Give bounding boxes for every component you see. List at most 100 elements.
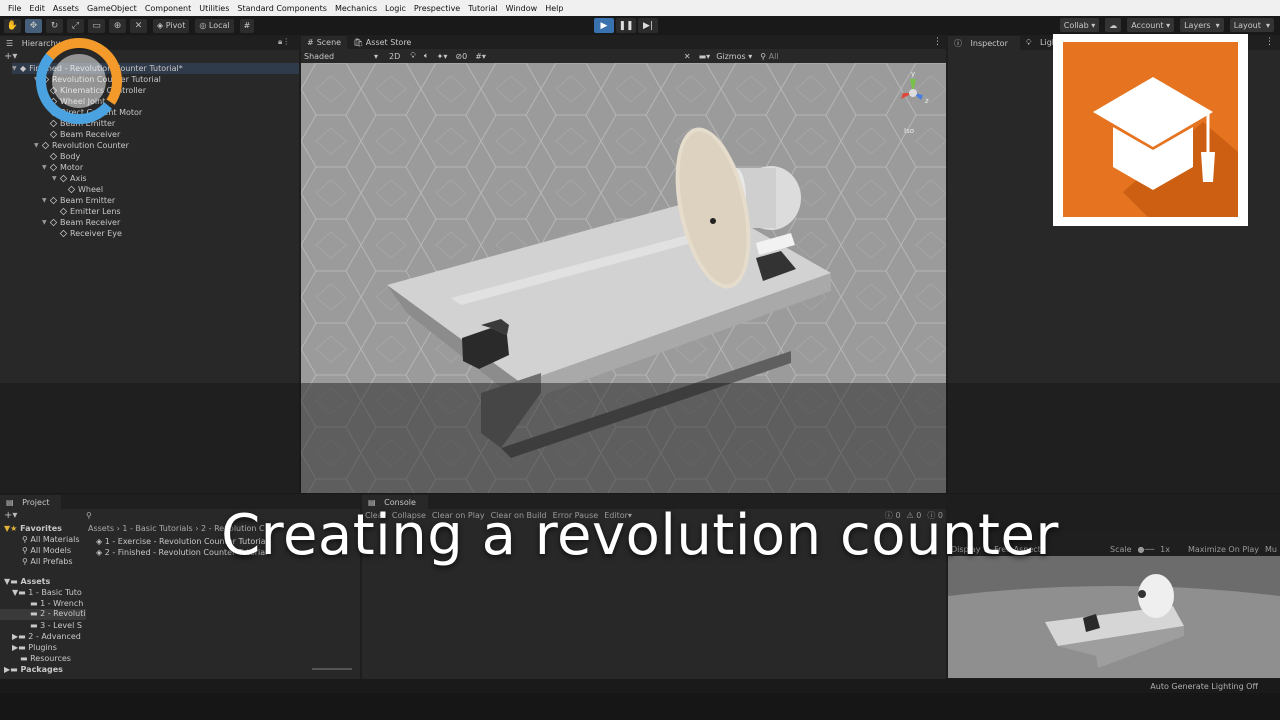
- hierarchy-row[interactable]: Body: [49, 151, 80, 162]
- gizmos-dropdown[interactable]: Gizmos ▾: [716, 52, 752, 61]
- hierarchy-row-label: Wheel: [78, 185, 104, 194]
- folder-label: 2 - Revoluti: [40, 609, 86, 618]
- folder-item-selected[interactable]: ▬ 2 - Revoluti: [0, 609, 86, 620]
- hidden-objects-icon[interactable]: ⊘0: [455, 52, 467, 61]
- scene-menu-icon[interactable]: ⋮: [933, 37, 942, 47]
- play-icon[interactable]: ▶: [594, 18, 614, 33]
- pivot-toggle[interactable]: ◈ Pivot: [153, 18, 190, 33]
- hierarchy-row[interactable]: ▼ Beam Receiver: [42, 217, 120, 228]
- menu-standard-components[interactable]: Standard Components: [233, 4, 331, 13]
- assets-header[interactable]: ▼▬ Assets: [4, 577, 50, 586]
- grid-snap-icon[interactable]: #: [239, 18, 255, 33]
- scale-tool-icon[interactable]: ⤢: [67, 18, 84, 33]
- move-tool-icon[interactable]: ✥: [25, 18, 42, 33]
- gameobject-icon: [49, 130, 58, 139]
- scene-view[interactable]: y z Iso: [301, 63, 946, 493]
- hierarchy-row[interactable]: ▼ Axis: [52, 173, 87, 184]
- menu-edit[interactable]: Edit: [25, 4, 49, 13]
- folder-item[interactable]: ▶▬ 2 - Advanced: [12, 632, 81, 641]
- lighting-icon[interactable]: 💡︎: [410, 51, 416, 61]
- menu-component[interactable]: Component: [141, 4, 195, 13]
- status-bar: Auto Generate Lighting Off: [0, 679, 1280, 693]
- menu-prespective[interactable]: Prespective: [410, 4, 464, 13]
- packages-header[interactable]: ▶▬ Packages: [4, 665, 63, 674]
- lock-icon[interactable]: 🔒︎⋮: [278, 37, 290, 47]
- inspector-menu-icon[interactable]: ⋮: [1265, 37, 1274, 47]
- pause-icon[interactable]: ❚❚: [616, 18, 636, 33]
- svg-text:z: z: [925, 97, 929, 105]
- zoom-slider[interactable]: [312, 668, 352, 670]
- hierarchy-row[interactable]: Emitter Lens: [59, 206, 121, 217]
- menu-bar: File Edit Assets GameObject Component Ut…: [0, 0, 1280, 16]
- graduation-cap-icon: [1093, 77, 1238, 217]
- menu-assets[interactable]: Assets: [49, 4, 83, 13]
- hierarchy-row[interactable]: Beam Receiver: [49, 129, 121, 140]
- tab-inspector[interactable]: ⓘ Inspector: [948, 36, 1020, 50]
- tools-icon[interactable]: ✕: [684, 52, 691, 61]
- logo-background: [1063, 42, 1238, 217]
- hierarchy-row-label: Receiver Eye: [70, 229, 122, 238]
- menu-tutorial[interactable]: Tutorial: [464, 4, 501, 13]
- shading-dropdown[interactable]: Shaded ▾: [301, 52, 381, 61]
- folder-item[interactable]: ▶▬ Plugins: [12, 643, 57, 652]
- game-view[interactable]: [948, 556, 1280, 678]
- hierarchy-row[interactable]: ▼ Beam Emitter: [42, 195, 115, 206]
- scene-geometry: y z Iso: [301, 63, 946, 493]
- gizmos-label: Gizmos: [716, 51, 746, 61]
- menu-help[interactable]: Help: [541, 4, 567, 13]
- menu-file[interactable]: File: [4, 4, 25, 13]
- layers-label: Layers: [1184, 20, 1211, 30]
- menu-gameobject[interactable]: GameObject: [83, 4, 141, 13]
- rotate-tool-icon[interactable]: ↻: [46, 18, 63, 33]
- menu-window[interactable]: Window: [502, 4, 542, 13]
- scene-icon: ◆: [20, 64, 27, 73]
- toolbar-right: Collab ▾ ☁ Account ▾ Layers ▾ Layout ▾: [1054, 18, 1274, 32]
- layout-dropdown[interactable]: Layout ▾: [1229, 18, 1274, 32]
- tab-asset-store[interactable]: 🛍︎ Asset Store: [347, 38, 417, 47]
- folder-label: 3 - Level S: [40, 621, 82, 630]
- folder-item[interactable]: ▼▬ 1 - Basic Tuto: [12, 588, 82, 597]
- folder-item[interactable]: ▬ 3 - Level S: [30, 621, 82, 630]
- custom-tool-icon[interactable]: ✕: [130, 18, 147, 33]
- hierarchy-row[interactable]: Wheel: [67, 184, 104, 195]
- rect-tool-icon[interactable]: ▭: [88, 18, 105, 33]
- folder-item[interactable]: ▬ Resources: [20, 654, 71, 663]
- toggle-2d[interactable]: 2D: [389, 52, 400, 61]
- grid-icon[interactable]: #▾: [475, 52, 486, 61]
- audio-icon[interactable]: 🔈︎: [424, 51, 429, 61]
- step-icon[interactable]: ▶|: [638, 18, 658, 33]
- expand-arrow-icon: ▼: [34, 142, 39, 149]
- main-toolbar: ✋ ✥ ↻ ⤢ ▭ ⊕ ✕ ◈ Pivot ◎ Local # ▶ ❚❚ ▶| …: [0, 16, 1280, 35]
- camera-icon[interactable]: ▬▾: [699, 52, 711, 61]
- hierarchy-row[interactable]: ▼ Motor: [42, 162, 83, 173]
- hand-tool-icon[interactable]: ✋: [4, 18, 21, 33]
- gameobject-icon: [67, 185, 76, 194]
- folder-item[interactable]: ▬ 1 - Wrench: [30, 599, 83, 608]
- gameobject-icon: [49, 218, 58, 227]
- cloud-icon[interactable]: ☁: [1105, 18, 1122, 32]
- menu-utilities[interactable]: Utilities: [195, 4, 233, 13]
- add-object-icon[interactable]: +▾: [4, 51, 17, 62]
- scene-search-input[interactable]: ⚲ All: [760, 52, 778, 61]
- expand-arrow-icon: ▼: [52, 175, 57, 182]
- local-label: Local: [208, 21, 230, 30]
- folder-icon: ▬: [30, 621, 38, 630]
- collab-button[interactable]: Collab ▾: [1059, 18, 1100, 32]
- account-dropdown[interactable]: Account ▾: [1127, 18, 1175, 32]
- folder-label: 2 - Advanced: [28, 632, 81, 641]
- local-toggle[interactable]: ◎ Local: [195, 18, 234, 33]
- layers-dropdown[interactable]: Layers ▾: [1180, 18, 1224, 32]
- gameobject-icon: [49, 152, 58, 161]
- gameobject-icon: [49, 163, 58, 172]
- effects-icon[interactable]: ✦▾: [437, 52, 448, 61]
- hierarchy-row[interactable]: Receiver Eye: [59, 228, 122, 239]
- hierarchy-row[interactable]: ▼ Revolution Counter: [34, 140, 129, 151]
- menu-mechanics[interactable]: Mechanics: [331, 4, 381, 13]
- folder-label: Plugins: [28, 643, 57, 652]
- scene-tab-bar: # Scene 🛍︎ Asset Store ⋮: [301, 36, 946, 49]
- transform-tool-icon[interactable]: ⊕: [109, 18, 126, 33]
- tab-scene[interactable]: # Scene: [301, 36, 348, 49]
- pivot-label: Pivot: [165, 21, 186, 30]
- hierarchy-row-label: Beam Receiver: [60, 130, 121, 139]
- menu-logic[interactable]: Logic: [381, 4, 410, 13]
